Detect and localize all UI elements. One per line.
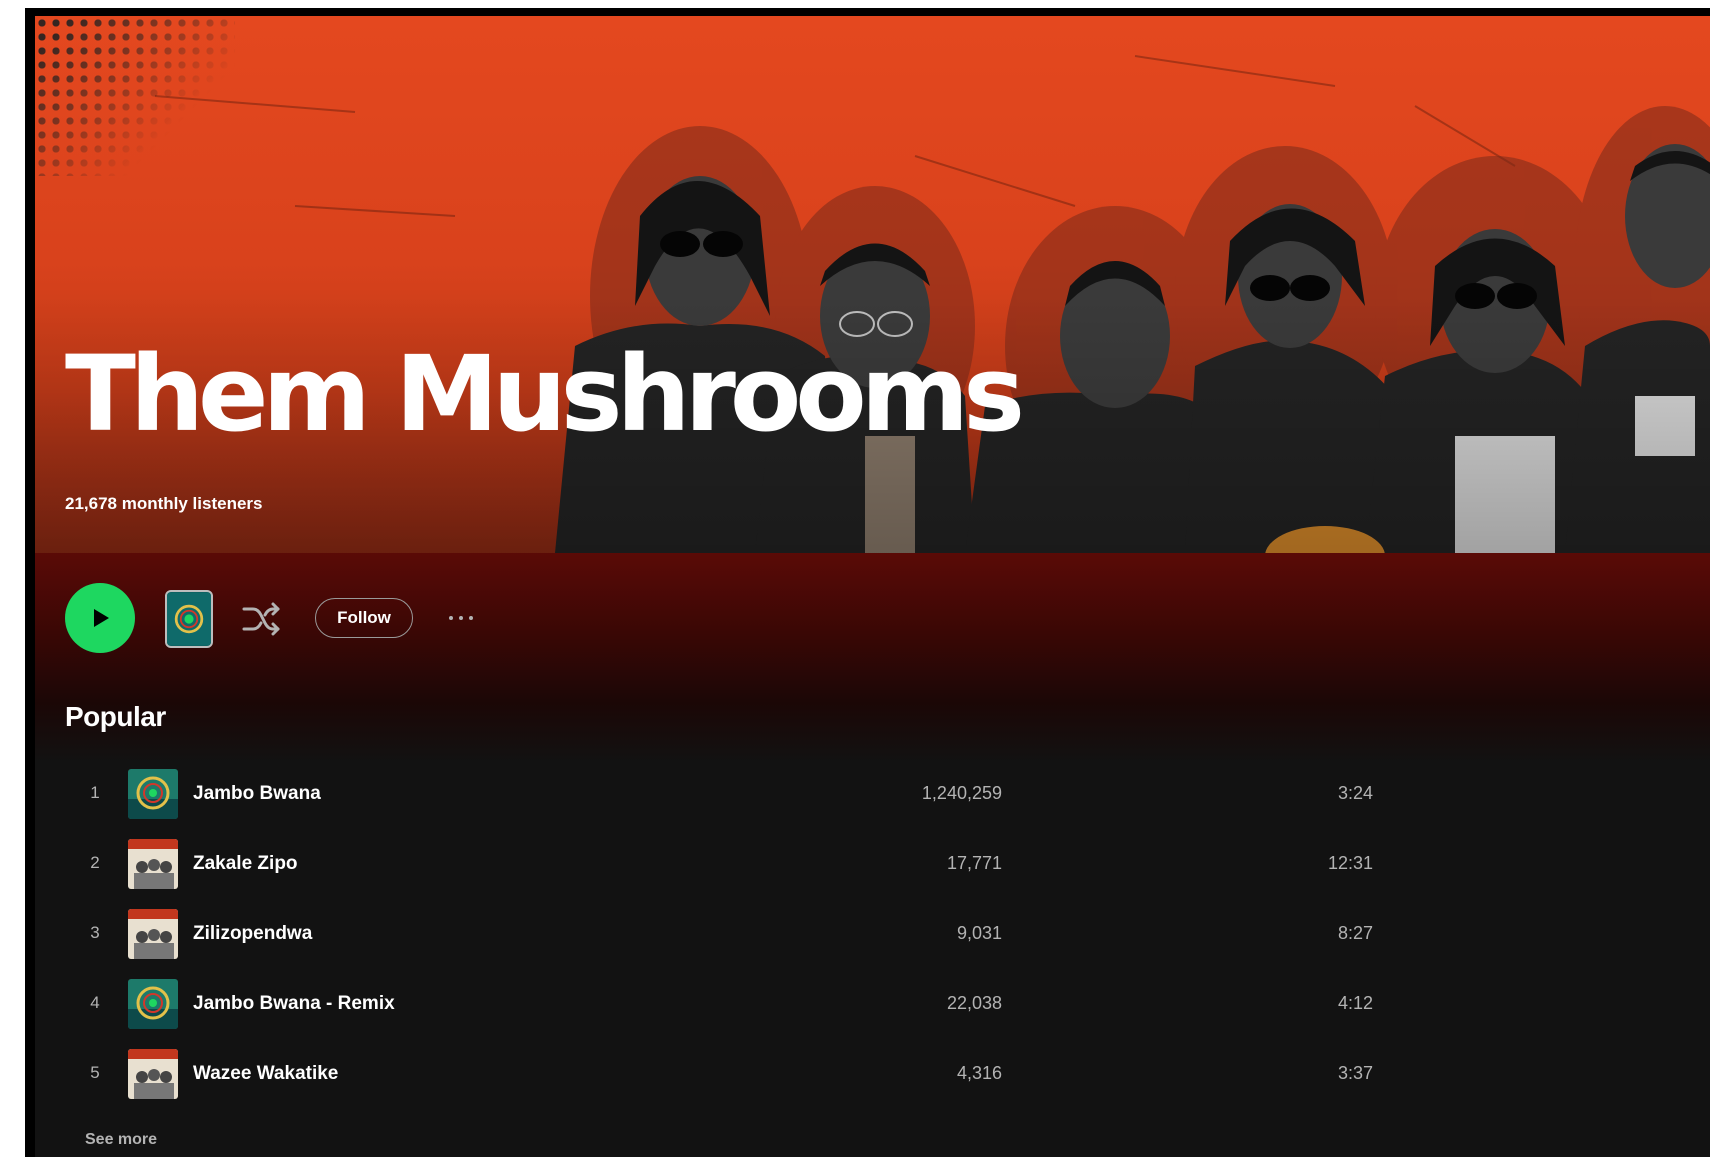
track-play-count: 17,771 (946, 853, 1002, 873)
ellipsis-dot (469, 616, 473, 620)
track-play-count: 4,316 (956, 1063, 1002, 1083)
monthly-listeners: 21,678 monthly listeners (65, 494, 263, 513)
more-options-button[interactable] (437, 598, 485, 638)
track-title[interactable]: Wazee Wakatike (193, 1063, 338, 1085)
shuffle-button[interactable] (241, 599, 281, 637)
artist-banner: Them Mushrooms 21,678 monthly listeners (35, 16, 1710, 553)
play-button[interactable] (65, 583, 135, 653)
track-number: 2 (90, 853, 100, 872)
track-duration: 12:31 (1327, 853, 1373, 873)
app-window: Them Mushrooms 21,678 monthly listeners (25, 8, 1710, 1157)
ellipsis-dot (449, 616, 453, 620)
track-number: 4 (90, 993, 100, 1012)
track-number: 1 (90, 783, 100, 802)
track-play-count: 1,240,259 (921, 783, 1002, 803)
track-title[interactable]: Jambo Bwana - Remix (193, 993, 395, 1015)
track-play-count: 9,031 (956, 923, 1002, 943)
popular-tracks-list: 1 Jambo Bwana 1,240,259 3:24 2 Zakale Zi… (65, 759, 1373, 1109)
popular-section-title: Popular (65, 701, 166, 732)
track-play-count: 22,038 (946, 993, 1002, 1013)
shuffle-icon (242, 602, 280, 636)
action-bar: Follow (65, 583, 765, 653)
track-number: 3 (90, 923, 100, 942)
track-row[interactable]: 3 Zilizopendwa 9,031 8:27 (65, 899, 1373, 969)
track-row[interactable]: 2 Zakale Zipo 17,771 12:31 (65, 829, 1373, 899)
artist-page: Them Mushrooms 21,678 monthly listeners (35, 16, 1710, 1157)
track-title[interactable]: Zilizopendwa (193, 923, 312, 945)
track-cover-jambo-bwana (128, 769, 178, 819)
track-cover-wazee (128, 909, 178, 959)
track-row[interactable]: 4 Jambo Bwana - Remix 22,038 4:12 (65, 969, 1373, 1039)
track-number: 5 (90, 1063, 100, 1082)
ellipsis-dot (459, 616, 463, 620)
track-row[interactable]: 1 Jambo Bwana 1,240,259 3:24 (65, 759, 1373, 829)
see-more-link[interactable]: See more (85, 1131, 157, 1149)
track-title[interactable]: Jambo Bwana (193, 783, 321, 805)
follow-button[interactable]: Follow (315, 598, 413, 638)
track-cover-jambo-bwana (128, 979, 178, 1029)
track-title[interactable]: Zakale Zipo (193, 853, 298, 875)
album-art-icon (167, 592, 211, 646)
track-cover-wazee (128, 1049, 178, 1099)
track-duration: 4:12 (1337, 993, 1373, 1013)
track-cover-wazee (128, 839, 178, 889)
play-icon (94, 609, 109, 627)
track-row[interactable]: 5 Wazee Wakatike 4,316 3:37 (65, 1039, 1373, 1109)
track-duration: 3:37 (1337, 1063, 1373, 1083)
track-duration: 8:27 (1337, 923, 1373, 943)
artist-name: Them Mushrooms (65, 333, 1025, 455)
track-duration: 3:24 (1337, 783, 1373, 803)
now-playing-album-thumbnail[interactable] (165, 590, 213, 648)
